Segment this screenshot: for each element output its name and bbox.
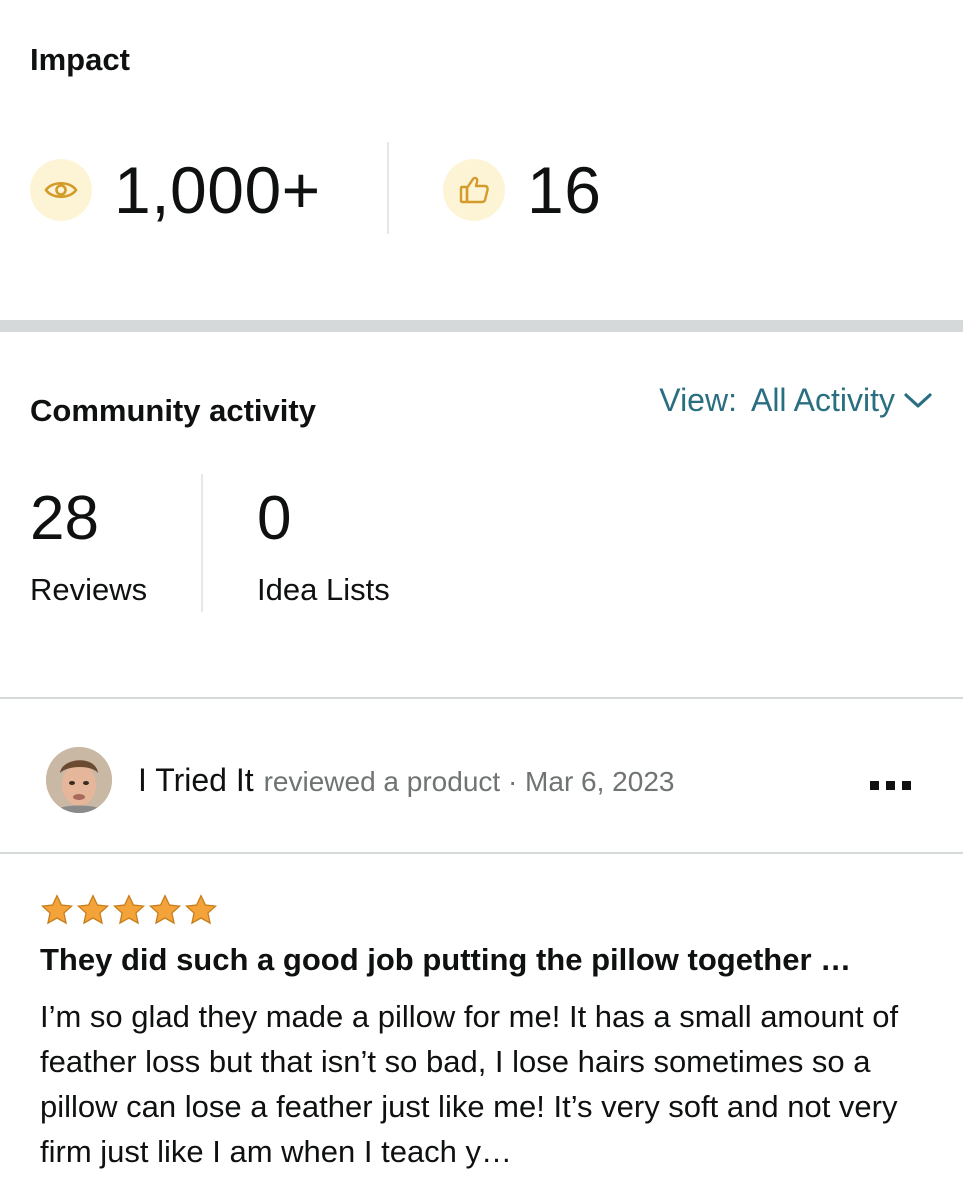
idea-lists-label: Idea Lists <box>257 572 390 607</box>
impact-divider <box>387 142 389 234</box>
star-icon <box>148 894 182 925</box>
review-body: I’m so glad they made a pillow for me! I… <box>40 999 899 1169</box>
impact-section: Impact 1,000+ 16 <box>0 0 963 320</box>
star-icon <box>40 894 74 925</box>
review-title[interactable]: They did such a good job putting the pil… <box>40 942 940 978</box>
reviews-count-block[interactable]: 28 Reviews <box>30 488 147 608</box>
divider-line <box>0 697 963 699</box>
section-separator <box>0 320 963 332</box>
thumbs-up-icon <box>443 159 505 221</box>
post-meta: reviewed a product · Mar 6, 2023 <box>263 766 675 797</box>
view-filter-prefix: View: <box>659 382 737 418</box>
idea-lists-count-block[interactable]: 0 Idea Lists <box>257 488 390 608</box>
views-count: 1,000+ <box>114 153 321 227</box>
community-activity-title: Community activity <box>30 393 316 428</box>
star-icon <box>184 894 218 925</box>
star-icon <box>76 894 110 925</box>
reviews-label: Reviews <box>30 572 148 607</box>
star-icon <box>112 894 146 925</box>
avatar[interactable] <box>46 747 112 813</box>
author-name[interactable]: I Tried It <box>138 762 254 798</box>
reviews-count: 28 <box>30 484 99 553</box>
helpful-votes-stat: 16 <box>443 150 601 230</box>
eye-icon <box>30 159 92 221</box>
star-rating <box>40 894 218 927</box>
more-dot <box>886 781 895 790</box>
chevron-down-icon <box>903 391 933 411</box>
view-filter-value: All Activity <box>750 382 895 418</box>
more-dot <box>902 781 911 790</box>
more-options-button[interactable] <box>870 781 911 790</box>
divider-line <box>0 852 963 854</box>
idea-lists-count: 0 <box>257 484 292 553</box>
view-filter-dropdown[interactable]: View: All Activity <box>659 382 933 419</box>
post-author-line: I Tried It reviewed a product · Mar 6, 20… <box>138 762 674 799</box>
helpful-votes-count: 16 <box>527 153 602 227</box>
impact-title: Impact <box>30 42 130 77</box>
more-dot <box>870 781 879 790</box>
views-stat: 1,000+ <box>30 150 321 230</box>
count-divider <box>201 474 203 612</box>
